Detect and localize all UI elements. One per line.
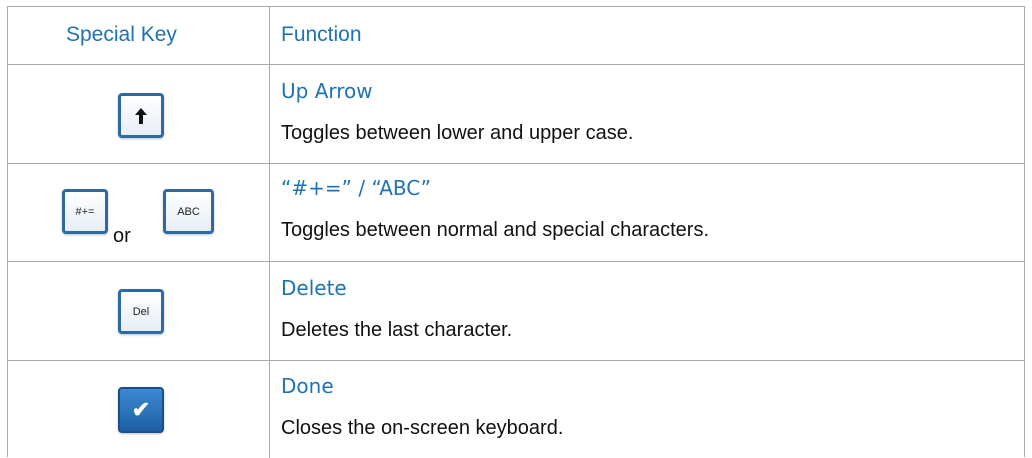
- function-description: Closes the on-screen keyboard.: [281, 417, 564, 439]
- function-cell: Up Arrow Toggles between lower and upper…: [270, 65, 1024, 163]
- key-cell: [8, 65, 270, 163]
- table-header-row: Special Key Function: [8, 7, 1024, 65]
- special-chars-key: #+=: [62, 189, 108, 234]
- function-cell: Delete Deletes the last character.: [270, 262, 1024, 360]
- abc-key-label: ABC: [177, 205, 200, 218]
- key-cell: ✔: [8, 361, 270, 458]
- header-cell-special-key: Special Key: [8, 7, 270, 64]
- key-cell: #+= or ABC: [8, 164, 270, 261]
- special-keys-table: Special Key Function Up Arrow Toggles be…: [7, 6, 1025, 458]
- function-title: Done: [281, 374, 334, 398]
- function-cell: “#+=” / “ABC” Toggles between normal and…: [270, 164, 1024, 261]
- table-row: #+= or ABC “#+=” / “ABC” Toggles between…: [8, 164, 1024, 262]
- function-description: Toggles between lower and upper case.: [281, 122, 634, 144]
- function-title: “#+=” / “ABC”: [281, 176, 431, 200]
- function-description: Toggles between normal and special chara…: [281, 219, 710, 241]
- done-key: ✔: [118, 387, 164, 433]
- header-special-key: Special Key: [66, 23, 177, 46]
- header-cell-function: Function: [270, 7, 1024, 64]
- up-arrow-key: [118, 93, 164, 138]
- function-cell: Done Closes the on-screen keyboard.: [270, 361, 1024, 458]
- key-cell: Del: [8, 262, 270, 360]
- table-row: Up Arrow Toggles between lower and upper…: [8, 65, 1024, 164]
- function-title: Delete: [281, 276, 347, 300]
- special-chars-key-label: #+=: [75, 205, 95, 218]
- up-arrow-icon: [135, 107, 147, 124]
- table-row: Del Delete Deletes the last character.: [8, 262, 1024, 361]
- function-title: Up Arrow: [281, 79, 373, 103]
- table-row: ✔ Done Closes the on-screen keyboard.: [8, 361, 1024, 458]
- delete-key-label: Del: [132, 305, 150, 318]
- checkmark-icon: ✔: [131, 397, 151, 422]
- or-text: or: [113, 225, 131, 247]
- function-description: Deletes the last character.: [281, 319, 513, 341]
- abc-key: ABC: [163, 189, 214, 234]
- header-function: Function: [281, 23, 362, 46]
- delete-key: Del: [118, 289, 164, 334]
